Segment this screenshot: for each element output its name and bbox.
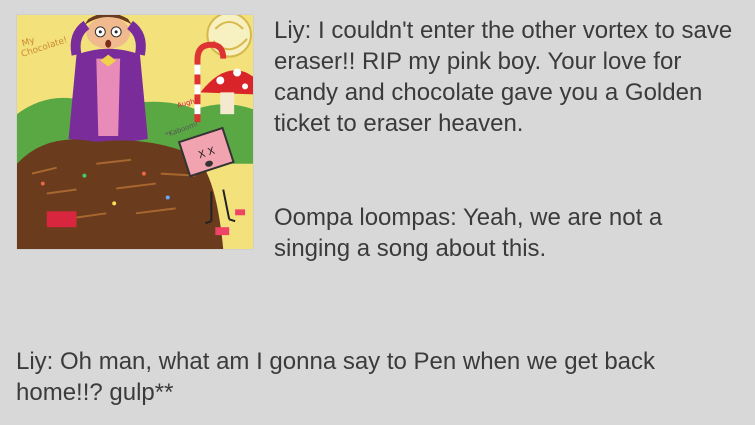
story-paragraph-3: Liy: Oh man, what am I gonna say to Pen … xyxy=(16,348,656,406)
post-illustration: X X My Chocolate! Augh! *Kaboom! xyxy=(16,14,254,250)
story-paragraph-2: Oompa loompas: Yeah, we are not a singin… xyxy=(274,204,663,262)
chocolate-scene-drawing: X X My Chocolate! Augh! *Kaboom! xyxy=(17,15,253,249)
pink-vest xyxy=(96,58,121,136)
story-paragraph-1: Liy: I couldn't enter the other vortex t… xyxy=(274,17,733,137)
candy-wrapper xyxy=(46,211,77,228)
eraser-bits xyxy=(215,227,230,236)
